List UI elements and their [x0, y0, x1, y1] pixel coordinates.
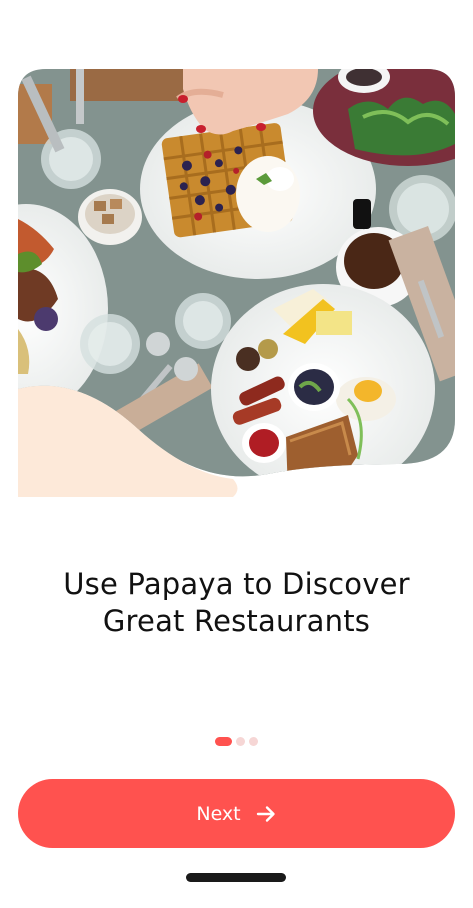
page-indicator	[0, 737, 473, 746]
next-button[interactable]: Next	[18, 779, 455, 848]
breakfast-table-photo	[18, 69, 455, 497]
page-dot-1-active	[215, 737, 232, 746]
page-dot-2	[236, 737, 245, 746]
title-line-2: Great Restaurants	[102, 604, 371, 638]
title-line-1: Use Papaya to Discover	[63, 567, 410, 601]
page-dot-3	[249, 737, 258, 746]
next-button-label: Next	[196, 802, 241, 825]
hero-image	[18, 69, 455, 509]
onboarding-title: Use Papaya to Discover Great Restaurants	[0, 566, 473, 640]
home-indicator	[186, 873, 286, 882]
arrow-right-icon	[256, 805, 275, 822]
